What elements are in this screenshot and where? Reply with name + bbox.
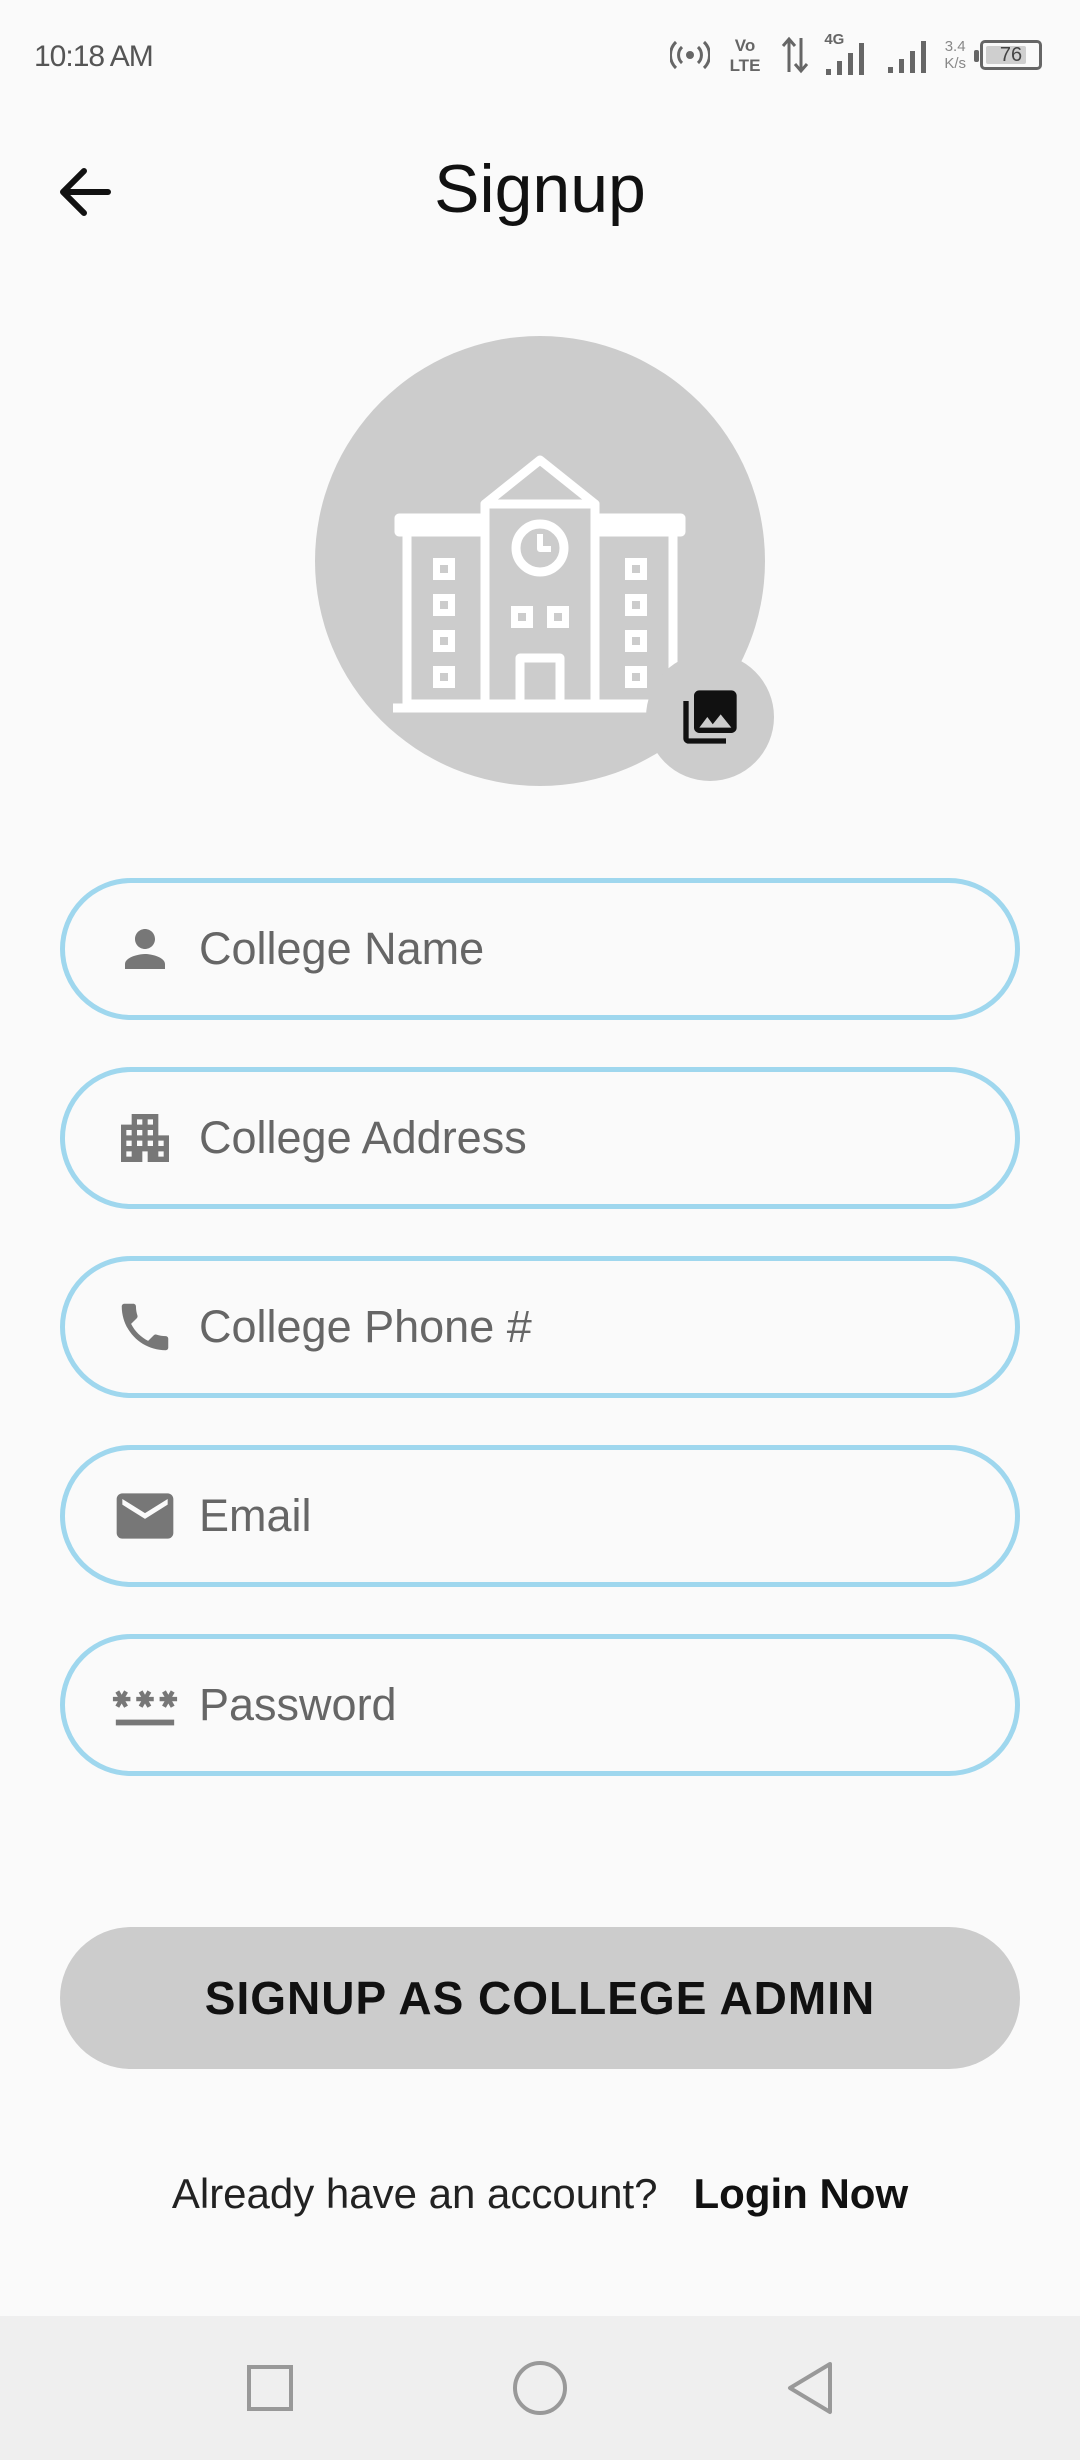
college-address-input[interactable]: College Address bbox=[60, 1067, 1020, 1209]
back-icon bbox=[788, 2362, 832, 2414]
login-prompt: Already have an account? Login Now bbox=[0, 2170, 1080, 2218]
signal-4g-icon: 4G bbox=[824, 31, 872, 77]
email-input[interactable]: Email bbox=[60, 1445, 1020, 1587]
college-building-icon bbox=[393, 455, 686, 713]
signup-screen: 10:18 AM Vo LTE 4G 3.4 K/s 76 Signup Col… bbox=[0, 0, 1080, 2460]
svg-text:LTE: LTE bbox=[730, 56, 761, 75]
status-icons: Vo LTE 4G 3.4 K/s 76 bbox=[670, 30, 1042, 80]
password-icon bbox=[112, 1690, 178, 1726]
password-placeholder: Password bbox=[199, 1679, 397, 1730]
signup-button[interactable]: SIGNUP AS COLLEGE ADMIN bbox=[60, 1927, 1020, 2069]
battery-icon: 76 bbox=[974, 40, 1042, 70]
phone-icon bbox=[121, 1303, 169, 1351]
college-phone-input[interactable]: College Phone # bbox=[60, 1256, 1020, 1398]
svg-text:Vo: Vo bbox=[735, 36, 755, 55]
password-input[interactable]: Password bbox=[60, 1634, 1020, 1776]
hotspot-icon bbox=[670, 40, 711, 70]
photo-library-icon bbox=[683, 690, 737, 744]
college-phone-placeholder: College Phone # bbox=[199, 1301, 532, 1352]
recent-apps-button[interactable] bbox=[236, 2354, 304, 2422]
college-address-placeholder: College Address bbox=[199, 1112, 527, 1163]
recent-apps-icon bbox=[247, 2365, 293, 2411]
login-question: Already have an account? bbox=[171, 2170, 658, 2217]
data-transfer-icon bbox=[782, 36, 809, 74]
page-title: Signup bbox=[434, 151, 646, 227]
status-bar: 10:18 AM Vo LTE 4G 3.4 K/s 76 bbox=[0, 0, 1080, 110]
person-icon bbox=[125, 929, 165, 969]
status-time: 10:18 AM bbox=[34, 40, 154, 73]
pick-photo-button[interactable] bbox=[646, 653, 774, 781]
system-nav-bar bbox=[0, 2316, 1080, 2460]
email-icon bbox=[116, 1493, 174, 1539]
login-now-link[interactable]: Login Now bbox=[694, 2170, 909, 2217]
signal-icon bbox=[888, 41, 927, 73]
college-name-input[interactable]: College Name bbox=[60, 878, 1020, 1020]
nav-back-button[interactable] bbox=[776, 2354, 844, 2422]
college-name-placeholder: College Name bbox=[199, 923, 485, 974]
volte-icon: Vo LTE bbox=[730, 36, 761, 75]
home-icon bbox=[513, 2361, 567, 2415]
network-speed: 3.4 K/s bbox=[944, 38, 966, 72]
apartment-icon bbox=[121, 1114, 169, 1162]
home-button[interactable] bbox=[506, 2354, 574, 2422]
email-placeholder: Email bbox=[199, 1490, 312, 1541]
